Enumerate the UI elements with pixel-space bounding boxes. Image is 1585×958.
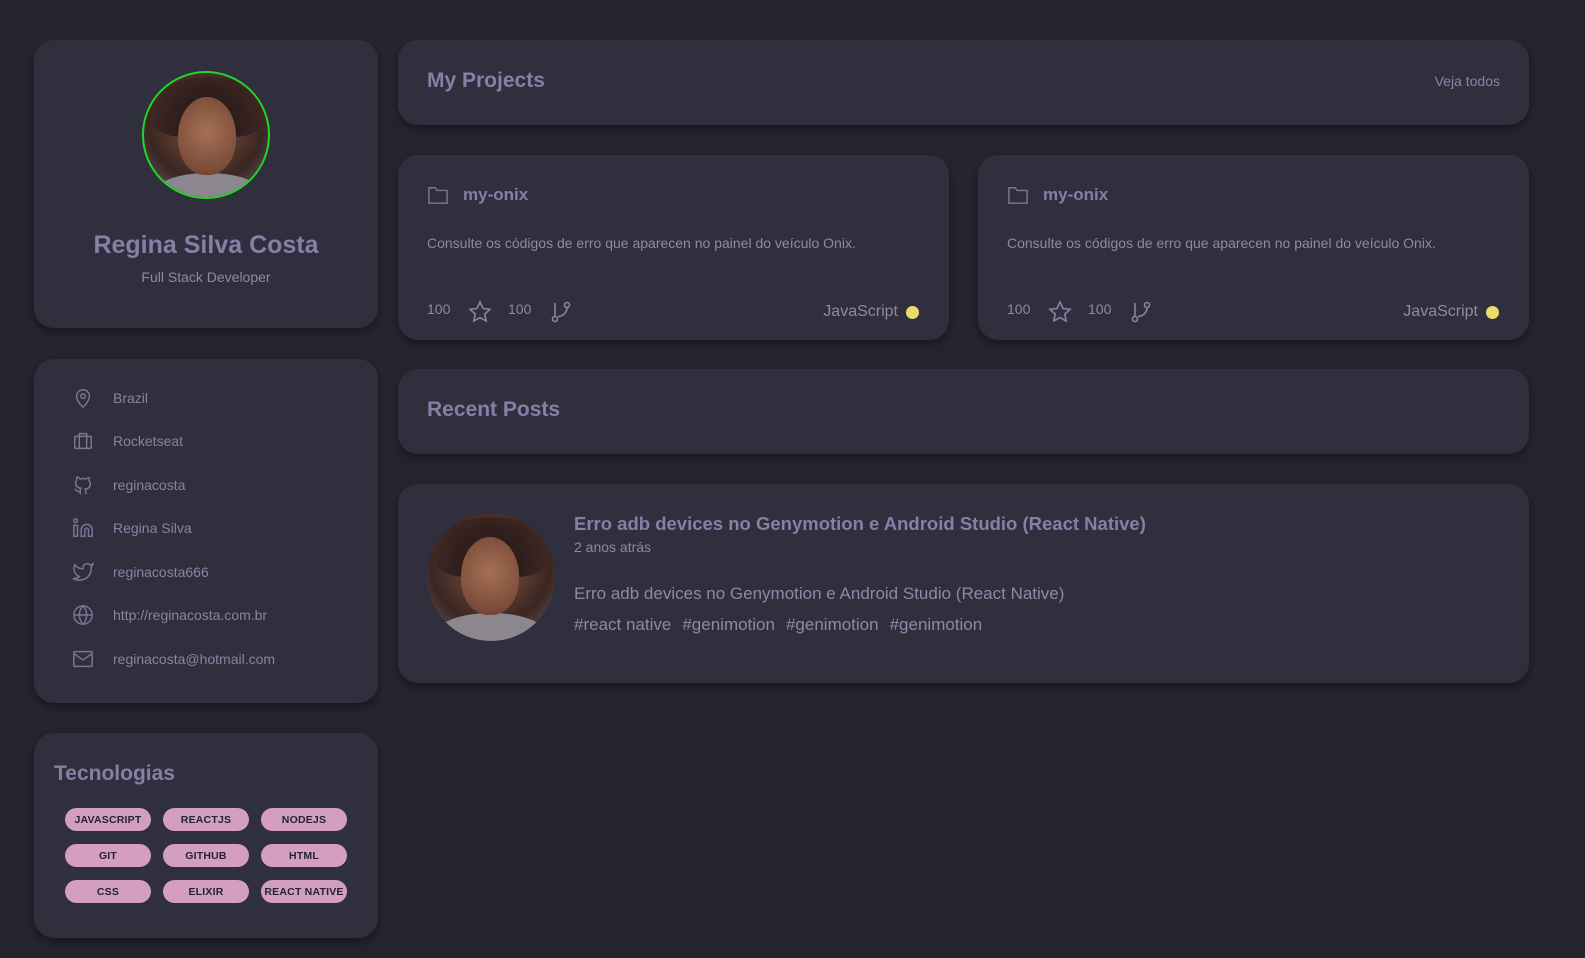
info-linkedin[interactable]: Regina Silva <box>72 516 192 540</box>
info-card: Brazil Rocketseat reginacosta Regina Sil… <box>34 359 378 703</box>
github-icon <box>74 476 92 495</box>
post-time: 2 anos atrás <box>574 539 652 555</box>
info-linkedin-text[interactable]: Regina Silva <box>113 520 192 536</box>
post-tag[interactable]: #genimotion <box>682 615 775 635</box>
project-description: Consulte os códigos de erro que aparecen… <box>427 235 856 251</box>
tech-tag: REACT NATIVE <box>261 880 347 903</box>
post-tags: #react native #genimotion #genimotion #g… <box>574 615 982 635</box>
globe-icon <box>73 604 93 626</box>
tech-tag: HTML <box>261 844 347 867</box>
posts-title: Recent Posts <box>427 398 561 421</box>
project-description: Consulte os códigos de erro que aparecen… <box>1007 235 1436 251</box>
map-pin-icon <box>75 389 91 409</box>
tech-tag: ELIXIR <box>163 880 249 903</box>
git-fork-icon <box>1129 300 1153 324</box>
projects-title: My Projects <box>427 69 545 92</box>
star-icon <box>468 300 492 324</box>
mail-icon <box>73 650 93 668</box>
git-fork-icon <box>549 300 573 324</box>
tech-tag: JAVASCRIPT <box>65 808 151 831</box>
projects-header: My Projects Veja todos <box>398 40 1529 125</box>
project-forks-count: 100 <box>1088 301 1112 317</box>
info-github-text[interactable]: reginacosta <box>113 477 185 493</box>
info-website[interactable]: http://reginacosta.com.br <box>72 603 267 627</box>
project-name[interactable]: my-onix <box>463 185 528 205</box>
post-tag[interactable]: #genimotion <box>786 615 879 635</box>
post-title[interactable]: Erro adb devices no Genymotion e Android… <box>574 513 1146 535</box>
info-location: Brazil <box>72 386 148 410</box>
tech-tag: CSS <box>65 880 151 903</box>
project-card[interactable]: my-onix Consulte os códigos de erro que … <box>978 155 1529 340</box>
post-card[interactable]: Erro adb devices no Genymotion e Android… <box>398 484 1529 683</box>
language-dot <box>906 306 919 319</box>
tech-tag: REACTJS <box>163 808 249 831</box>
profile-role: Full Stack Developer <box>141 269 271 285</box>
folder-icon <box>427 185 449 205</box>
info-email-text[interactable]: reginacosta@hotmail.com <box>113 651 275 667</box>
info-company: Rocketseat <box>72 429 183 453</box>
technologies-title: Tecnologias <box>54 762 175 785</box>
post-tag[interactable]: #react native <box>574 615 671 635</box>
info-website-text[interactable]: http://reginacosta.com.br <box>113 607 267 623</box>
profile-avatar <box>142 71 270 199</box>
tech-tag: GITHUB <box>163 844 249 867</box>
profile-card: Regina Silva Costa Full Stack Developer <box>34 40 378 328</box>
project-card[interactable]: my-onix Consulte os códigos de erro que … <box>398 155 949 340</box>
language-dot <box>1486 306 1499 319</box>
post-tag[interactable]: #genimotion <box>890 615 983 635</box>
linkedin-icon <box>73 518 93 537</box>
see-all-link[interactable]: Veja todos <box>1435 73 1500 89</box>
info-email[interactable]: reginacosta@hotmail.com <box>72 647 275 671</box>
info-twitter-text[interactable]: reginacosta666 <box>113 564 209 580</box>
project-forks-count: 100 <box>508 301 532 317</box>
folder-icon <box>1007 185 1029 205</box>
star-icon <box>1048 300 1072 324</box>
project-name[interactable]: my-onix <box>1043 185 1108 205</box>
project-language: JavaScript <box>1403 303 1478 320</box>
info-github[interactable]: reginacosta <box>72 473 185 497</box>
info-location-text: Brazil <box>113 390 149 406</box>
tech-tag: GIT <box>65 844 151 867</box>
briefcase-icon <box>74 432 92 450</box>
post-body: Erro adb devices no Genymotion e Android… <box>574 584 1065 603</box>
info-twitter[interactable]: reginacosta666 <box>72 560 209 584</box>
post-author-avatar <box>427 513 555 641</box>
project-stars-count: 100 <box>1007 301 1031 317</box>
technologies-card: Tecnologias JAVASCRIPT REACTJS NODEJS GI… <box>34 733 378 938</box>
tech-tag: NODEJS <box>261 808 347 831</box>
twitter-icon <box>72 562 94 581</box>
posts-header: Recent Posts <box>398 369 1529 454</box>
project-language: JavaScript <box>823 303 898 320</box>
info-company-text: Rocketseat <box>113 433 184 449</box>
profile-name: Regina Silva Costa <box>93 231 319 259</box>
project-stars-count: 100 <box>427 301 451 317</box>
